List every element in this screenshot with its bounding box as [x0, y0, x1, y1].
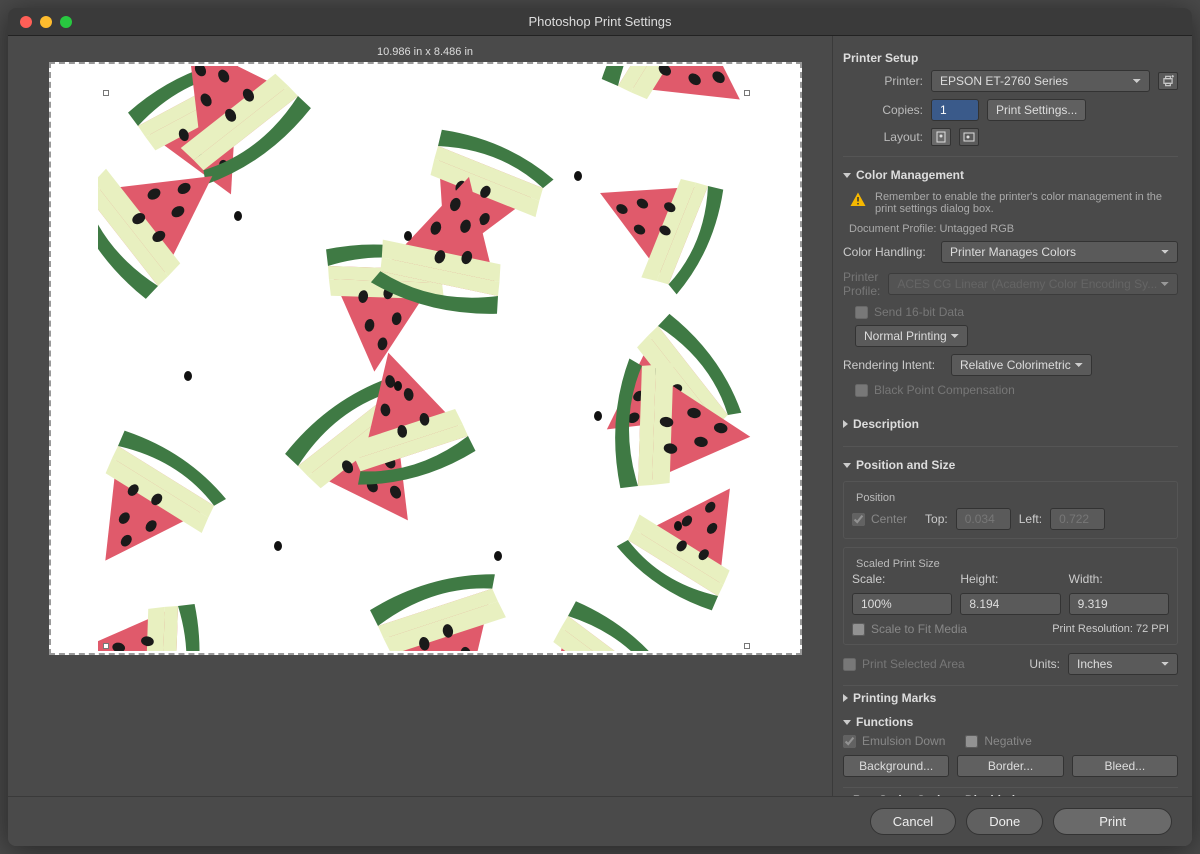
black-point-checkbox: Black Point Compensation	[843, 383, 1178, 397]
printer-profile-select: ACES CG Linear (Academy Color Encoding S…	[888, 273, 1178, 295]
position-legend: Position	[852, 492, 899, 504]
copies-input[interactable]	[931, 99, 979, 121]
print-selected-area-checkbox: Print Selected Area	[843, 657, 965, 671]
layout-portrait-icon[interactable]	[931, 128, 951, 146]
top-label: Top:	[925, 512, 948, 526]
printer-profile-label: Printer Profile:	[843, 270, 880, 298]
crop-handle[interactable]	[744, 643, 750, 649]
titlebar: Photoshop Print Settings	[8, 8, 1192, 36]
color-management-header[interactable]: Color Management	[843, 163, 1178, 187]
left-input	[1050, 508, 1105, 530]
chevron-down-icon	[843, 463, 851, 468]
bleed-button[interactable]: Bleed...	[1072, 755, 1178, 777]
color-handling-select[interactable]: Printer Manages Colors	[941, 241, 1178, 263]
units-select[interactable]: Inches	[1068, 653, 1178, 675]
crop-handle[interactable]	[744, 90, 750, 96]
print-resolution-label: Print Resolution: 72 PPI	[1052, 623, 1169, 635]
print-mode-select[interactable]: Normal Printing	[855, 325, 968, 347]
printer-select[interactable]: EPSON ET-2760 Series	[931, 70, 1150, 92]
chevron-right-icon	[843, 420, 848, 428]
preview-dimensions: 10.986 in x 8.486 in	[23, 46, 827, 58]
background-button[interactable]: Background...	[843, 755, 949, 777]
printer-label: Printer:	[843, 74, 923, 88]
printing-marks-header[interactable]: Printing Marks	[843, 685, 1178, 710]
preview-artwork	[98, 66, 753, 651]
left-label: Left:	[1019, 512, 1042, 526]
emulsion-down-checkbox[interactable]: Emulsion Down	[843, 734, 945, 748]
center-checkbox[interactable]: Center	[852, 512, 907, 526]
units-label: Units:	[1029, 657, 1060, 671]
width-input[interactable]	[1069, 593, 1169, 615]
functions-header[interactable]: Functions	[843, 710, 1178, 734]
scale-to-fit-checkbox[interactable]: Scale to Fit Media	[852, 622, 967, 636]
print-settings-button[interactable]: Print Settings...	[987, 99, 1086, 121]
rendering-intent-select[interactable]: Relative Colorimetric	[951, 354, 1092, 376]
rendering-intent-label: Rendering Intent:	[843, 358, 943, 372]
copies-label: Copies:	[843, 103, 923, 117]
scale-input[interactable]	[852, 593, 952, 615]
description-header[interactable]: Description	[843, 407, 1178, 436]
color-management-warning: Remember to enable the printer's color m…	[875, 191, 1178, 215]
negative-checkbox[interactable]: Negative	[965, 734, 1031, 748]
print-button[interactable]: Print	[1053, 808, 1172, 835]
color-handling-label: Color Handling:	[843, 245, 933, 259]
scaled-size-legend: Scaled Print Size	[852, 558, 944, 570]
height-label: Height:	[960, 572, 1060, 586]
position-size-header[interactable]: Position and Size	[843, 453, 1178, 477]
layout-label: Layout:	[843, 130, 923, 144]
scale-label: Scale:	[852, 572, 952, 586]
crop-handle[interactable]	[103, 643, 109, 649]
preview-pane: 10.986 in x 8.486 in	[8, 36, 832, 846]
crop-handle[interactable]	[103, 90, 109, 96]
done-button[interactable]: Done	[966, 808, 1043, 835]
border-button[interactable]: Border...	[957, 755, 1063, 777]
close-window-button[interactable]	[20, 16, 32, 28]
top-input	[956, 508, 1011, 530]
minimize-window-button[interactable]	[40, 16, 52, 28]
width-label: Width:	[1069, 572, 1169, 586]
send-16bit-checkbox: Send 16-bit Data	[843, 305, 1178, 319]
chevron-down-icon	[843, 173, 851, 178]
print-preview-canvas[interactable]	[49, 62, 802, 655]
chevron-right-icon	[843, 694, 848, 702]
printer-setup-header: Printer Setup	[843, 46, 1178, 70]
cancel-button[interactable]: Cancel	[870, 808, 956, 835]
window-title: Photoshop Print Settings	[8, 14, 1192, 29]
layout-landscape-icon[interactable]	[959, 128, 979, 146]
printer-add-icon[interactable]	[1158, 72, 1178, 90]
chevron-down-icon	[843, 720, 851, 725]
zoom-window-button[interactable]	[60, 16, 72, 28]
height-input[interactable]	[960, 593, 1060, 615]
document-profile-label: Document Profile: Untagged RGB	[843, 221, 1178, 241]
warning-icon	[849, 191, 867, 215]
